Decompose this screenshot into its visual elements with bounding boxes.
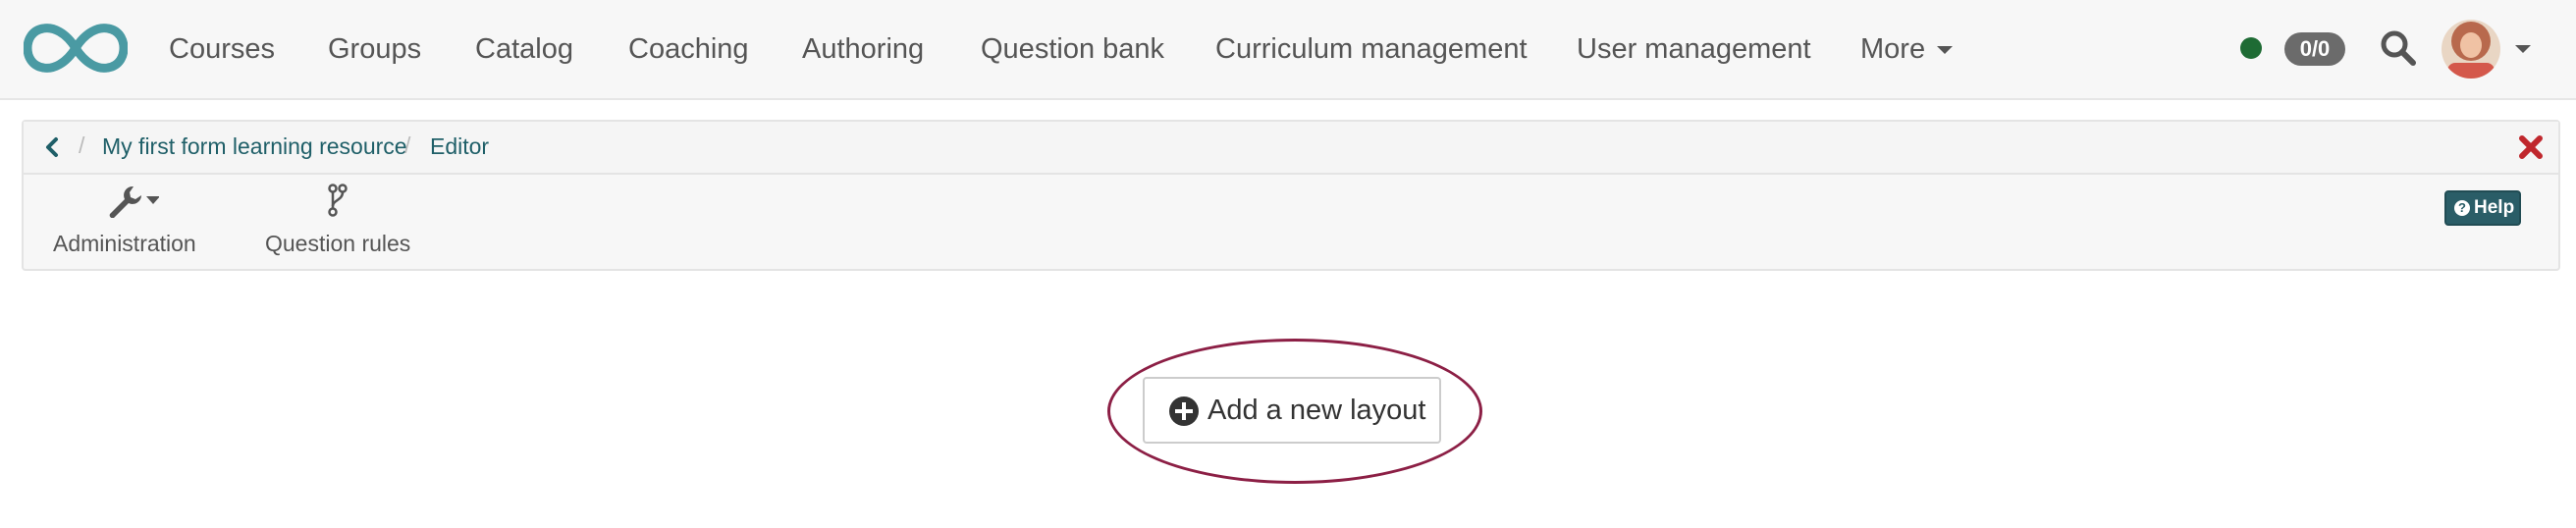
add-new-layout-label: Add a new layout bbox=[1208, 395, 1426, 426]
avatar-image-icon bbox=[2442, 20, 2500, 79]
notification-badge[interactable]: 0/0 bbox=[2284, 32, 2345, 66]
top-navbar: Courses Groups Catalog Coaching Authorin… bbox=[0, 0, 2576, 100]
question-rules-label: Question rules bbox=[265, 231, 411, 256]
nav-coaching[interactable]: Coaching bbox=[628, 29, 749, 69]
chevron-down-icon bbox=[1937, 46, 1954, 55]
breadcrumb: / My first form learning resource / Edit… bbox=[24, 122, 2558, 175]
breadcrumb-resource-link[interactable]: My first form learning resource bbox=[102, 133, 407, 160]
plus-circle-icon bbox=[1169, 396, 1199, 426]
help-label: Help bbox=[2474, 197, 2515, 218]
online-status-icon[interactable] bbox=[2240, 37, 2262, 59]
user-menu-chevron-icon[interactable] bbox=[2515, 45, 2531, 53]
branch-icon bbox=[328, 184, 348, 217]
nav-groups[interactable]: Groups bbox=[328, 29, 421, 69]
user-avatar[interactable] bbox=[2442, 20, 2500, 79]
nav-more-menu[interactable]: More bbox=[1860, 29, 1954, 69]
nav-authoring[interactable]: Authoring bbox=[802, 29, 924, 69]
chevron-down-icon bbox=[145, 196, 160, 204]
close-icon[interactable] bbox=[2517, 133, 2545, 161]
help-button[interactable]: ? Help bbox=[2444, 190, 2521, 226]
help-question-icon: ? bbox=[2454, 200, 2470, 216]
wrench-icon bbox=[109, 186, 160, 219]
breadcrumb-separator: / bbox=[404, 132, 411, 158]
editor-toolbar-panel: / My first form learning resource / Edit… bbox=[22, 120, 2560, 271]
nav-courses[interactable]: Courses bbox=[169, 29, 275, 69]
nav-catalog[interactable]: Catalog bbox=[475, 29, 573, 69]
nav-more-label: More bbox=[1860, 33, 1926, 65]
infinity-logo-icon[interactable] bbox=[24, 21, 128, 76]
nav-user-management[interactable]: User management bbox=[1577, 29, 1811, 69]
administration-label: Administration bbox=[53, 231, 196, 256]
back-chevron-icon[interactable] bbox=[41, 135, 65, 159]
nav-curriculum-management[interactable]: Curriculum management bbox=[1215, 29, 1528, 69]
nav-question-bank[interactable]: Question bank bbox=[981, 29, 1164, 69]
administration-button[interactable]: Administration bbox=[53, 183, 196, 257]
add-new-layout-button[interactable]: Add a new layout bbox=[1143, 377, 1441, 444]
question-rules-button[interactable]: Question rules bbox=[265, 183, 410, 257]
breadcrumb-editor-link[interactable]: Editor bbox=[430, 133, 489, 160]
breadcrumb-separator: / bbox=[79, 132, 85, 158]
search-icon[interactable] bbox=[2380, 29, 2417, 67]
